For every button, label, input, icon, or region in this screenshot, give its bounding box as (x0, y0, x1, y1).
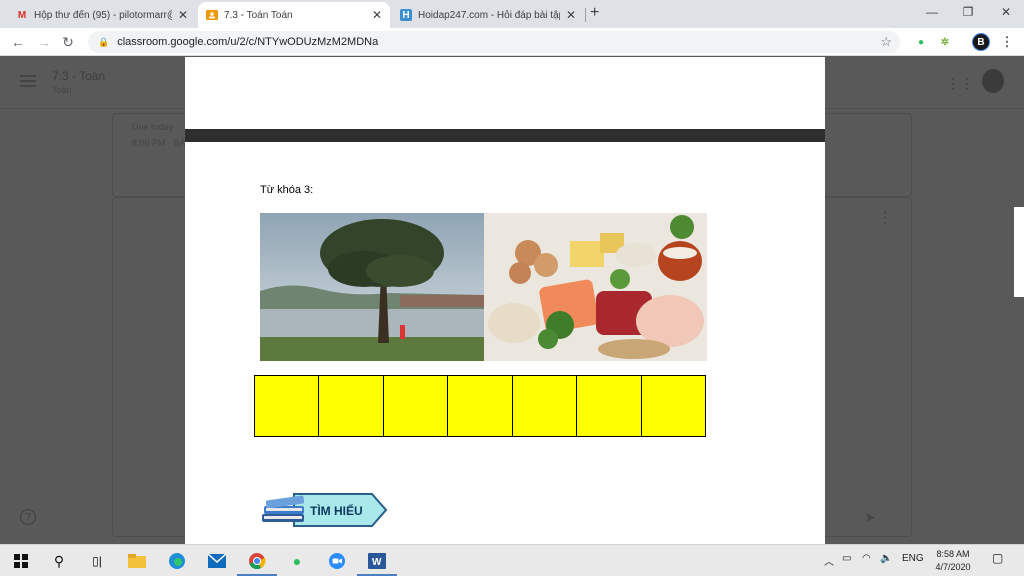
answer-cell[interactable] (319, 376, 384, 436)
clock-time: 8:58 AM (936, 549, 970, 559)
notifications-icon[interactable]: ▢ (992, 551, 1003, 565)
gmail-icon: M (17, 9, 27, 21)
language-indicator[interactable]: ENG (902, 553, 924, 564)
account-avatar[interactable] (982, 69, 1004, 93)
answer-cell[interactable] (255, 376, 320, 436)
protein-food-image (484, 213, 707, 361)
url-text: classroom.google.com/u/2/c/NTYwODUzMzM2M… (117, 36, 379, 48)
evernote-extension-icon[interactable]: ● (912, 33, 930, 51)
edge-icon[interactable] (166, 550, 188, 572)
lock-icon: 🔒 (98, 36, 110, 47)
tab-classroom[interactable]: 7.3 - Toán Toán ✕ (198, 2, 390, 28)
system-clock[interactable]: 8:58 AM 4/7/2020 (928, 548, 978, 574)
forward-icon[interactable]: → (34, 32, 54, 52)
tray-chevron-icon[interactable]: ︿ (824, 553, 834, 568)
class-title: 7.3 - Toán (52, 69, 106, 83)
document-page-1 (185, 57, 825, 129)
tree-by-lake-image (260, 213, 484, 361)
volume-icon[interactable]: 🔈 (880, 553, 892, 564)
close-icon[interactable]: ✕ (178, 8, 188, 22)
tab-hoidap247[interactable]: H Hoidap247.com - Hỏi đáp bài tập ✕ (392, 2, 584, 28)
minimize-icon[interactable]: — (914, 0, 950, 24)
tab-title: Hoidap247.com - Hỏi đáp bài tập (418, 9, 560, 21)
answer-grid (254, 375, 706, 437)
tab-separator (585, 8, 586, 22)
chrome-icon[interactable] (246, 550, 268, 572)
zoom-icon[interactable] (326, 550, 348, 572)
battery-icon[interactable]: ▭ (842, 553, 851, 564)
class-subtitle: Toán (52, 85, 72, 95)
windows-taskbar: ⚲ ▯| ● W ︿ ▭ ◠ 🔈 ENG 8:58 AM 4/7/2020 ▢ (0, 544, 1024, 576)
tim-hieu-button[interactable]: TÌM HIỂU (260, 488, 388, 528)
clock-date: 4/7/2020 (935, 562, 971, 572)
bookmark-star-icon[interactable]: ☆ (880, 34, 892, 50)
tim-hieu-label: TÌM HIỂU (310, 504, 363, 518)
answer-cell[interactable] (641, 376, 705, 436)
tab-title: 7.3 - Toán Toán (224, 9, 293, 21)
word-icon[interactable]: W (366, 550, 388, 572)
hoidap247-icon: H (400, 9, 412, 21)
search-icon[interactable]: ⚲ (48, 550, 70, 572)
close-icon[interactable]: ✕ (372, 8, 382, 22)
browser-menu-icon[interactable]: ⋮ (998, 33, 1016, 51)
apps-grid-icon[interactable]: ⋮⋮ (946, 75, 974, 92)
books-icon (262, 495, 305, 522)
document-page-2: Từ khóa 3: TÌM HIỂU (185, 142, 825, 544)
browser-tab-strip: M Hộp thư đến (95) - pilotormarr@ ✕ 7.3 … (0, 0, 1024, 28)
tab-title: Hộp thư đến (95) - pilotormarr@ (34, 9, 172, 21)
window-close-icon[interactable]: ✕ (988, 0, 1024, 24)
address-bar[interactable]: 🔒 classroom.google.com/u/2/c/NTYwODUzMzM… (88, 31, 900, 53)
wifi-icon[interactable]: ◠ (862, 553, 871, 564)
file-explorer-icon[interactable] (126, 550, 148, 572)
answer-cell[interactable] (448, 376, 513, 436)
classroom-icon (206, 9, 218, 21)
evernote-icon[interactable]: ● (286, 550, 308, 572)
keyword-label: Từ khóa 3: (260, 184, 314, 196)
windows-start-icon[interactable] (10, 550, 32, 572)
answer-cell[interactable] (577, 376, 642, 436)
scrollbar-thumb[interactable] (1014, 207, 1024, 297)
reload-icon[interactable]: ↻ (58, 32, 78, 52)
more-options-icon[interactable]: ⋮ (878, 209, 892, 226)
answer-cell[interactable] (383, 376, 449, 436)
menu-icon[interactable] (20, 75, 36, 87)
mail-icon[interactable] (206, 550, 228, 572)
svg-text:W: W (372, 557, 382, 568)
back-icon[interactable]: ← (8, 32, 28, 52)
profile-avatar[interactable]: B (972, 33, 990, 51)
close-icon[interactable]: ✕ (566, 8, 576, 22)
browser-toolbar: ← → ↻ 🔒 classroom.google.com/u/2/c/NTYwO… (0, 28, 1024, 56)
page-gap (185, 129, 825, 142)
help-icon[interactable]: ? (20, 509, 36, 525)
tab-gmail[interactable]: M Hộp thư đến (95) - pilotormarr@ ✕ (8, 2, 196, 28)
extension-gear-icon[interactable]: ✲ (936, 33, 954, 51)
answer-cell[interactable] (512, 376, 578, 436)
task-view-icon[interactable]: ▯| (86, 550, 108, 572)
new-tab-button[interactable]: + (590, 4, 599, 22)
restore-icon[interactable]: ❐ (950, 0, 986, 24)
send-icon[interactable]: ➤ (864, 509, 876, 526)
